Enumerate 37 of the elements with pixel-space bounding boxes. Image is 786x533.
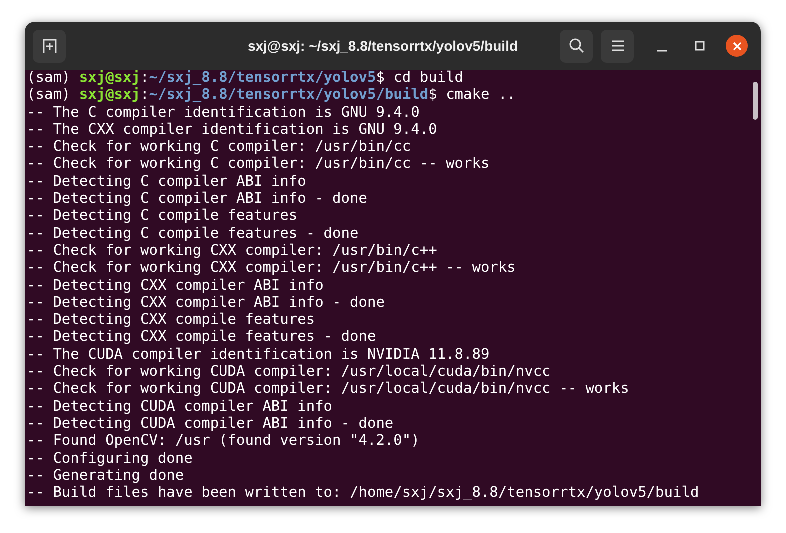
output-line: -- Detecting CXX compile features - done	[27, 329, 378, 347]
minimize-icon	[657, 50, 667, 52]
output-line: -- Configuring done	[27, 450, 194, 468]
prompt-line: (sam) sxj@sxj:~/sxj_8.8/tensorrtx/yolov5$ cd build	[27, 70, 465, 87]
output-line: -- Check for working C compiler: /usr/bin/cc	[27, 139, 412, 156]
search-button[interactable]	[560, 30, 593, 62]
output-line: -- Check for working C compiler: /usr/bin/cc -- works	[27, 156, 491, 174]
new-tab-icon	[42, 38, 58, 54]
maximize-icon	[695, 41, 705, 51]
menu-icon	[610, 40, 624, 52]
output-line: -- Detecting CUDA compiler ABI info	[27, 398, 334, 416]
output-line: -- Detecting CXX compiler ABI info	[27, 278, 325, 295]
output-line: -- Generating done	[27, 468, 186, 486]
output-line: -- Detecting C compiler ABI info - done	[27, 191, 368, 208]
close-button[interactable]	[726, 35, 748, 57]
output-line: -- Check for working CUDA compiler: /usr/local/cuda/bin/nvcc	[27, 364, 552, 382]
output-line: -- The CXX compiler identification is GNU 9.4.0	[27, 122, 438, 140]
output-line: -- Detecting C compile features	[27, 208, 299, 226]
output-line: -- Detecting C compile features - done	[27, 226, 360, 243]
output-line: -- Detecting CUDA compiler ABI info - done	[27, 416, 395, 434]
output-line: -- Build files have been written to: /home/sxj/sxj_8.8/tensorrtx/yolov5/build	[27, 485, 700, 502]
output-line: -- The C compiler identification is GNU 9.4.0	[27, 104, 421, 122]
output-line: -- Detecting CXX compile features	[27, 312, 316, 330]
output-line: -- Check for working CXX compiler: /usr/bin/c++ -- works	[27, 260, 517, 278]
output-line: -- Detecting CXX compiler ABI info - done	[27, 294, 386, 312]
prompt-line: (sam) sxj@sxj:~/sxj_8.8/tensorrtx/yolov5/build$ cmake ..	[27, 87, 517, 105]
search-icon	[568, 38, 584, 54]
menu-button[interactable]	[601, 30, 634, 62]
scrollbar-thumb[interactable]	[752, 82, 758, 120]
output-line: -- Detecting C compiler ABI info	[27, 174, 308, 192]
output-line: -- Check for working CXX compiler: /usr/bin/c++	[27, 242, 438, 260]
output-line: -- The CUDA compiler identification is NVIDIA 11.8.89	[27, 346, 491, 364]
new-tab-button[interactable]	[33, 30, 66, 62]
close-icon	[732, 42, 742, 50]
output-line: -- Found OpenCV: /usr (found version "4.2.0")	[27, 433, 421, 451]
window-title: sxj@sxj: ~/sxj_8.8/tensorrtx/yolov5/build	[246, 36, 520, 56]
output-line: -- Check for working CUDA compiler: /usr/local/cuda/bin/nvcc -- works	[27, 381, 630, 399]
